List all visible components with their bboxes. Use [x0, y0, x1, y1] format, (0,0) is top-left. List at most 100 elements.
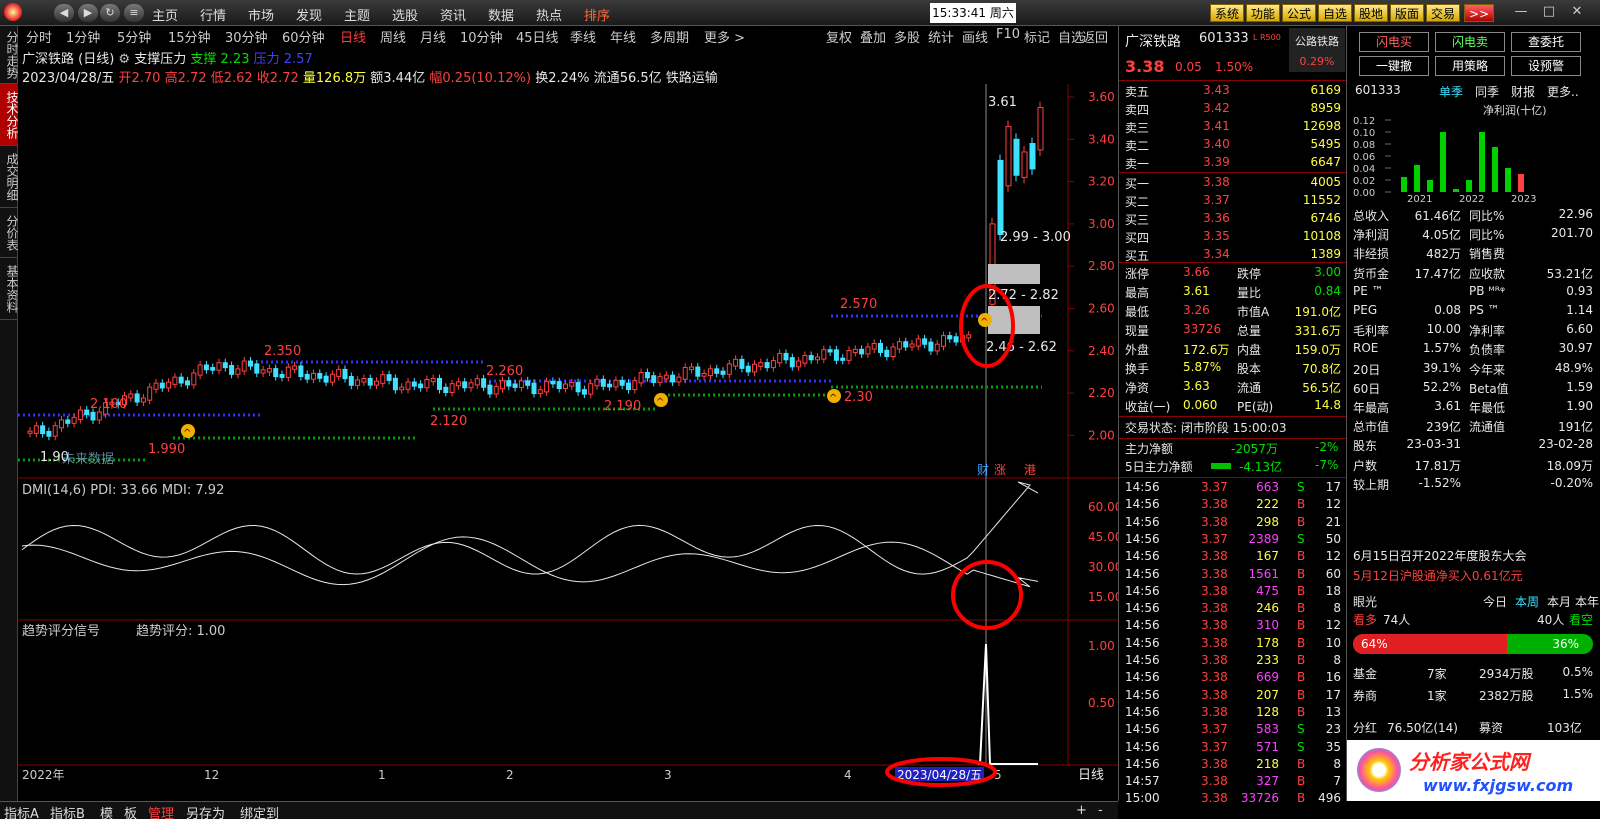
ask-row[interactable]: 卖二 3.40 5495: [1119, 136, 1347, 154]
query-orders-button[interactable]: 查委托: [1511, 32, 1581, 52]
event-rise-label[interactable]: 涨: [994, 462, 1006, 477]
bid-row[interactable]: 买二 3.37 11552: [1119, 192, 1347, 210]
tick-row[interactable]: 14:56 3.37 663 S 17: [1119, 479, 1347, 497]
eye-tab-year[interactable]: 本年: [1575, 593, 1599, 610]
tick-row[interactable]: 14:56 3.38 167 B 12: [1119, 548, 1347, 566]
menu-quotes[interactable]: 行情: [200, 5, 226, 24]
f10-tab-same[interactable]: 同季: [1475, 83, 1499, 100]
f10-tab-single[interactable]: 单季: [1439, 83, 1463, 100]
nav-menu-icon[interactable]: ≡: [124, 4, 144, 22]
use-strategy-button[interactable]: 用策略: [1435, 56, 1505, 76]
tab-technical[interactable]: 技术分析: [0, 84, 19, 146]
f10-tab-more[interactable]: 更多..: [1547, 83, 1579, 100]
bottom-tab-indicator-a[interactable]: 指标A: [4, 803, 39, 819]
indicator-gear-icon[interactable]: ⚙: [118, 52, 130, 67]
tab-price-table[interactable]: 分价表: [0, 208, 19, 258]
tick-row[interactable]: 14:56 3.38 128 B 13: [1119, 704, 1347, 722]
bottom-tab-indicator-b[interactable]: 指标B: [50, 803, 85, 819]
tab-intraday[interactable]: 分时走势: [0, 26, 19, 84]
system-button[interactable]: 系统: [1210, 4, 1244, 22]
back-button[interactable]: ◀: [54, 4, 74, 22]
bottom-tab-manage[interactable]: 管理: [148, 803, 174, 819]
tool-stats[interactable]: 统计: [928, 27, 954, 46]
tick-row[interactable]: 14:56 3.38 298 B 21: [1119, 514, 1347, 532]
bottom-tab-template[interactable]: 模: [100, 803, 113, 819]
period-monthly[interactable]: 月线: [420, 27, 446, 46]
forward-button[interactable]: ▶: [78, 4, 98, 22]
bid-row[interactable]: 买一 3.38 4005: [1119, 174, 1347, 192]
formula-button[interactable]: 公式: [1282, 4, 1316, 22]
tool-back[interactable]: 返回: [1082, 27, 1108, 46]
menu-data[interactable]: 数据: [488, 5, 514, 24]
menu-sort[interactable]: 排序: [584, 5, 610, 24]
maximize-icon[interactable]: □: [1540, 4, 1558, 22]
minimize-icon[interactable]: —: [1512, 4, 1530, 22]
close-icon[interactable]: ✕: [1568, 4, 1586, 22]
period-more[interactable]: 更多 >: [704, 27, 745, 46]
tick-row[interactable]: 14:56 3.38 178 B 10: [1119, 635, 1347, 653]
period-year[interactable]: 年线: [610, 27, 636, 46]
period-multi[interactable]: 多周期: [650, 27, 689, 46]
tool-mark[interactable]: 标记: [1024, 27, 1050, 46]
period-5min[interactable]: 5分钟: [117, 27, 151, 46]
menu-home[interactable]: 主页: [152, 5, 178, 24]
layout-button[interactable]: 版面: [1390, 4, 1424, 22]
period-60min[interactable]: 60分钟: [282, 27, 325, 46]
menu-hot[interactable]: 热点: [536, 5, 562, 24]
bid-row[interactable]: 买三 3.36 6746: [1119, 210, 1347, 228]
tool-watch[interactable]: 自选: [1058, 27, 1084, 46]
tick-row[interactable]: 14:56 3.37 571 S 35: [1119, 739, 1347, 757]
tick-row[interactable]: 14:56 3.38 218 B 8: [1119, 756, 1347, 774]
period-1min[interactable]: 1分钟: [66, 27, 100, 46]
period-30min[interactable]: 30分钟: [225, 27, 268, 46]
tab-fundamentals[interactable]: 基本资料: [0, 258, 19, 320]
bottom-tab-board[interactable]: 板: [124, 803, 137, 819]
period-daily[interactable]: 日线: [340, 27, 366, 46]
function-button[interactable]: 功能: [1246, 4, 1280, 22]
ask-row[interactable]: 卖三 3.41 12698: [1119, 118, 1347, 136]
menu-market[interactable]: 市场: [248, 5, 274, 24]
f10-tab-report[interactable]: 财报: [1511, 83, 1535, 100]
refresh-icon[interactable]: ↻: [100, 4, 120, 22]
flash-sell-button[interactable]: 闪电卖: [1435, 32, 1505, 52]
tick-row[interactable]: 14:56 3.38 310 B 12: [1119, 617, 1347, 635]
period-15min[interactable]: 15分钟: [168, 27, 211, 46]
tick-row[interactable]: 15:00 3.38 33726 B 496: [1119, 790, 1347, 808]
zoom-in-icon[interactable]: +: [1076, 803, 1087, 818]
ask-row[interactable]: 卖四 3.42 8959: [1119, 100, 1347, 118]
event-hk-label[interactable]: 港: [1024, 463, 1036, 477]
menu-theme[interactable]: 主题: [344, 5, 370, 24]
tick-row[interactable]: 14:56 3.38 207 B 17: [1119, 687, 1347, 705]
bottom-tab-save-as[interactable]: 另存为: [186, 803, 225, 819]
tick-row[interactable]: 14:56 3.37 583 S 23: [1119, 721, 1347, 739]
tool-f10[interactable]: F10: [996, 27, 1020, 42]
flash-buy-button[interactable]: 闪电买: [1359, 32, 1429, 52]
ask-row[interactable]: 卖五 3.43 6169: [1119, 82, 1347, 100]
tick-row[interactable]: 14:56 3.38 669 B 16: [1119, 669, 1347, 687]
tick-row[interactable]: 14:56 3.37 2389 S 50: [1119, 531, 1347, 549]
period-45day[interactable]: 45日线: [516, 27, 559, 46]
cancel-all-button[interactable]: 一键撤: [1359, 56, 1429, 76]
bid-row[interactable]: 买四 3.35 10108: [1119, 228, 1347, 246]
news-line-1[interactable]: 6月15日召开2022年度股东大会: [1353, 547, 1526, 564]
eye-tab-week[interactable]: 本周: [1515, 593, 1539, 610]
watchlist-button[interactable]: 自选: [1318, 4, 1352, 22]
news-line-2[interactable]: 5月12日沪股通净买入0.61亿元: [1353, 567, 1523, 584]
menu-discover[interactable]: 发现: [296, 5, 322, 24]
set-alert-button[interactable]: 设预警: [1511, 56, 1581, 76]
period-quarter[interactable]: 季线: [570, 27, 596, 46]
tick-row[interactable]: 14:56 3.38 246 B 8: [1119, 600, 1347, 618]
tool-overlay[interactable]: 叠加: [860, 27, 886, 46]
tool-draw[interactable]: 画线: [962, 27, 988, 46]
brand-banner[interactable]: 分析家公式网 www.fxjgsw.com: [1347, 740, 1600, 801]
menu-stock-picker[interactable]: 选股: [392, 5, 418, 24]
bottom-tab-bind[interactable]: 绑定到: [240, 803, 279, 819]
event-finance-label[interactable]: 财: [977, 463, 989, 477]
eye-tab-month[interactable]: 本月: [1547, 593, 1571, 610]
tick-row[interactable]: 14:56 3.38 1561 B 60: [1119, 566, 1347, 584]
tick-row[interactable]: 14:57 3.38 327 B 7: [1119, 773, 1347, 791]
menu-news[interactable]: 资讯: [440, 5, 466, 24]
period-10min[interactable]: 10分钟: [460, 27, 503, 46]
tick-row[interactable]: 14:56 3.38 475 B 18: [1119, 583, 1347, 601]
tool-adjust[interactable]: 复权: [826, 27, 852, 46]
